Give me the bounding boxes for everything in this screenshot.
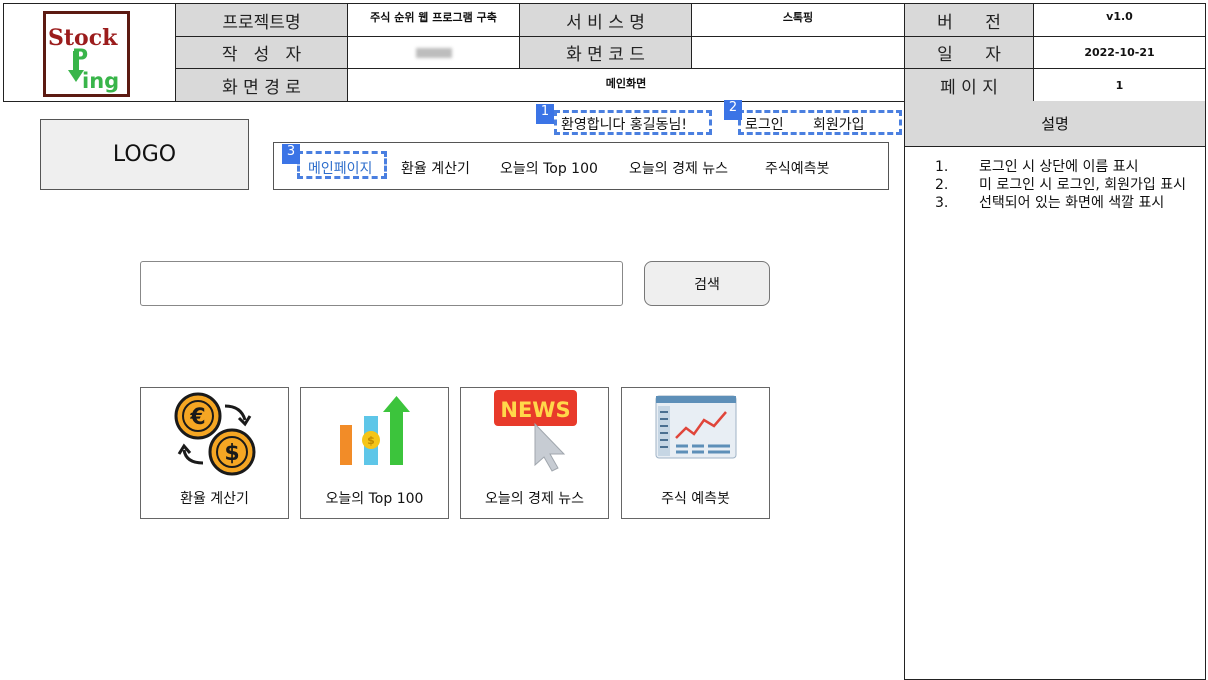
date-value: 2022-10-21 xyxy=(1034,37,1205,69)
project-name-label: 프로젝트명 xyxy=(176,4,348,37)
version-value: v1.0 xyxy=(1034,4,1205,37)
nav-stock-bot[interactable]: 주식예측봇 xyxy=(765,158,829,178)
document-header: Stock ing P 프로젝트명 주식 순위 웹 프로그램 구축 서 비 스 … xyxy=(3,3,1206,102)
author-label: 작 성 자 xyxy=(176,37,348,69)
svg-text:NEWS: NEWS xyxy=(500,398,570,422)
search-input[interactable] xyxy=(140,261,623,306)
list-item: 1. 로그인 시 상단에 이름 표시 xyxy=(935,159,1139,175)
svg-text:P: P xyxy=(72,46,88,71)
badge-2: 2 xyxy=(724,100,742,120)
card-stock-bot[interactable]: 주식 예측봇 xyxy=(621,387,770,519)
svg-text:$: $ xyxy=(224,441,239,466)
version-label: 버 전 xyxy=(905,4,1034,37)
card-economy-news[interactable]: NEWS 오늘의 경제 뉴스 xyxy=(460,387,609,519)
author-value xyxy=(348,37,520,69)
site-logo-placeholder[interactable]: LOGO xyxy=(40,119,249,190)
highlight-2 xyxy=(738,110,902,135)
page-label: 페 이 지 xyxy=(905,69,1034,101)
card-exchange-calculator[interactable]: € $ 환율 계산기 xyxy=(140,387,289,519)
card-label: 오늘의 Top 100 xyxy=(325,491,424,507)
stock-dashboard-icon xyxy=(655,395,737,459)
search-button[interactable]: 검색 xyxy=(644,261,770,306)
date-label: 일 자 xyxy=(905,37,1034,69)
description-title: 설명 xyxy=(905,101,1205,147)
highlight-1 xyxy=(554,110,712,135)
screen-code-value xyxy=(692,37,905,69)
badge-1: 1 xyxy=(536,104,554,124)
author-blurred xyxy=(415,47,452,58)
badge-3: 3 xyxy=(282,144,300,164)
nav-exchange-calculator[interactable]: 환율 계산기 xyxy=(401,158,470,178)
svg-text:$: $ xyxy=(367,434,375,447)
news-cursor-icon: NEWS xyxy=(494,390,577,472)
description-list: 1. 로그인 시 상단에 이름 표시 2. 미 로그인 시 로그인, 회원가입 … xyxy=(935,159,1195,213)
exchange-coins-icon: € $ xyxy=(174,392,256,476)
screen-path-label: 화 면 경 로 xyxy=(176,69,348,101)
project-name-value: 주식 순위 웹 프로그램 구축 xyxy=(348,4,520,37)
svg-text:ing: ing xyxy=(82,69,119,93)
highlight-3 xyxy=(297,151,387,179)
nav-economy-news[interactable]: 오늘의 경제 뉴스 xyxy=(629,158,728,178)
bar-chart-growth-icon: $ xyxy=(340,396,410,465)
service-name-value: 스톡핑 xyxy=(692,4,905,37)
card-top-100[interactable]: $ 오늘의 Top 100 xyxy=(300,387,449,519)
stockping-logo: Stock ing P xyxy=(43,11,130,97)
svg-text:€: € xyxy=(189,405,205,430)
description-panel: 설명 1. 로그인 시 상단에 이름 표시 2. 미 로그인 시 로그인, 회원… xyxy=(904,101,1206,680)
list-item: 3. 선택되어 있는 화면에 색깔 표시 xyxy=(935,195,1165,211)
card-label: 오늘의 경제 뉴스 xyxy=(484,491,585,507)
page-value: 1 xyxy=(1034,69,1205,101)
nav-top-100[interactable]: 오늘의 Top 100 xyxy=(500,158,598,178)
card-label: 환율 계산기 xyxy=(180,491,249,507)
screen-path-value: 메인화면 xyxy=(348,69,905,101)
screen-code-label: 화 면 코 드 xyxy=(520,37,692,69)
card-label: 주식 예측봇 xyxy=(661,491,730,507)
list-item: 2. 미 로그인 시 로그인, 회원가입 표시 xyxy=(935,177,1187,193)
service-name-label: 서 비 스 명 xyxy=(520,4,692,37)
